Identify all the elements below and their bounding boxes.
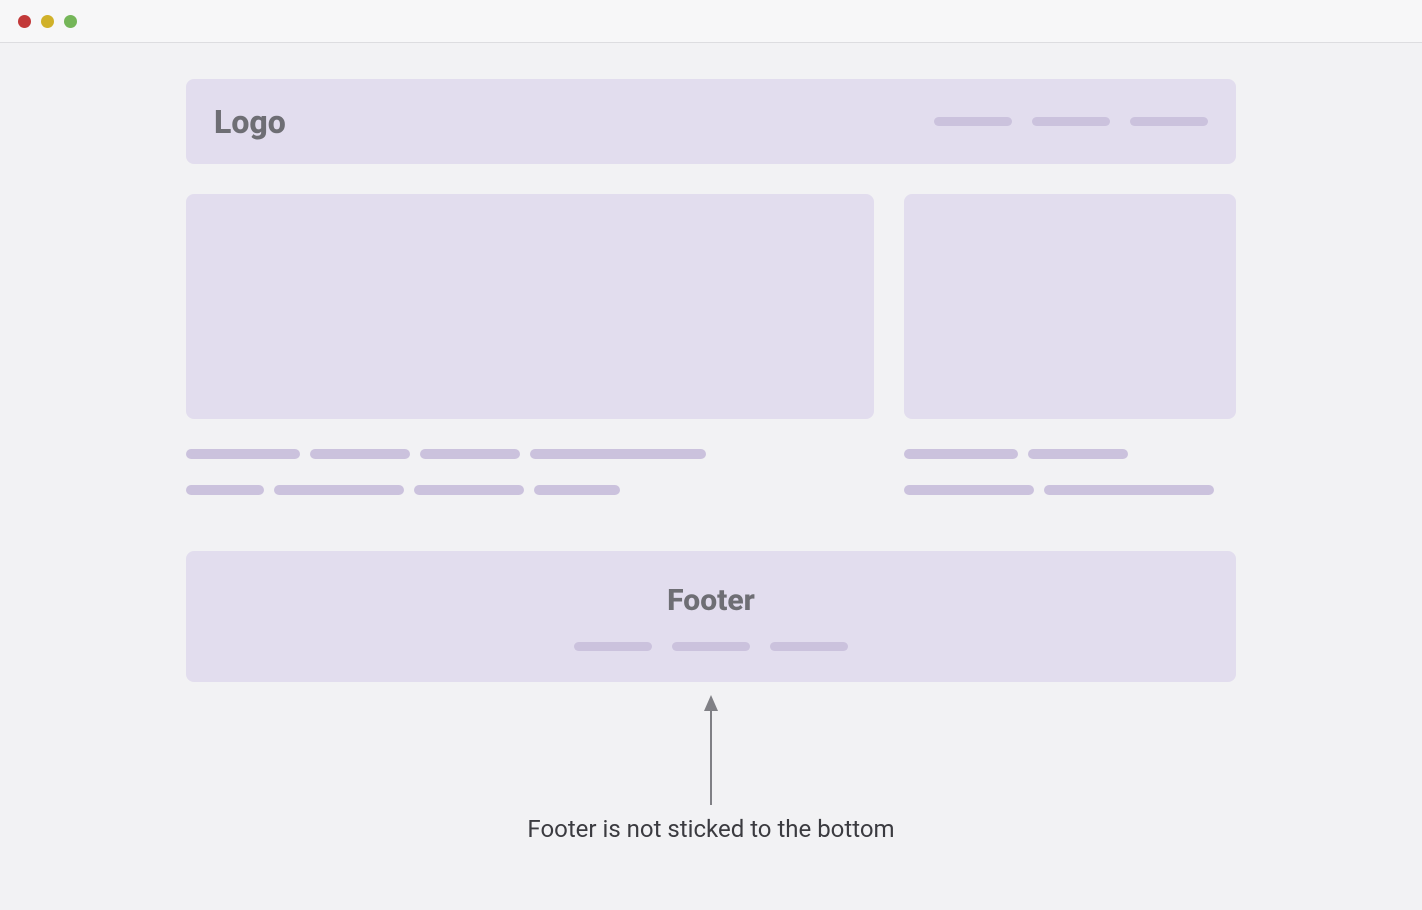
text-placeholder (534, 485, 620, 495)
text-placeholder-line (186, 449, 874, 459)
window-close-icon[interactable] (18, 15, 31, 28)
annotation-caption: Footer is not sticked to the bottom (527, 815, 894, 843)
footer-link-placeholder (574, 642, 652, 651)
content-block-right (904, 194, 1236, 419)
text-placeholder-line (186, 485, 874, 495)
text-placeholder (1028, 449, 1128, 459)
window-zoom-icon[interactable] (64, 15, 77, 28)
text-placeholder (420, 449, 520, 459)
text-placeholder (904, 449, 1018, 459)
nav-placeholder-group (934, 117, 1208, 126)
text-placeholder (274, 485, 404, 495)
window-titlebar (0, 0, 1422, 43)
footer-title: Footer (667, 583, 755, 618)
text-placeholder-group-right (904, 449, 1236, 495)
text-placeholder (310, 449, 410, 459)
footer-link-placeholder (672, 642, 750, 651)
nav-placeholder (1032, 117, 1110, 126)
annotation-arrow-icon (701, 695, 721, 805)
wireframe-main-row (186, 194, 1236, 495)
wireframe-header: Logo (186, 79, 1236, 164)
text-placeholder (904, 485, 1034, 495)
wireframe-main-left (186, 194, 874, 495)
wireframe-footer: Footer (186, 551, 1236, 682)
window-minimize-icon[interactable] (41, 15, 54, 28)
text-placeholder (186, 449, 300, 459)
nav-placeholder (934, 117, 1012, 126)
text-placeholder-line (904, 485, 1236, 495)
text-placeholder (1044, 485, 1214, 495)
text-placeholder (186, 485, 264, 495)
content-block-left (186, 194, 874, 419)
footer-link-placeholder (770, 642, 848, 651)
text-placeholder (530, 449, 706, 459)
nav-placeholder (1130, 117, 1208, 126)
wireframe-canvas: Logo Footer Footer is not sticked to the… (186, 79, 1236, 682)
text-placeholder-group-left (186, 449, 874, 495)
text-placeholder (414, 485, 524, 495)
logo-label: Logo (214, 103, 286, 141)
wireframe-main-right (904, 194, 1236, 495)
text-placeholder-line (904, 449, 1236, 459)
footer-link-placeholder-group (574, 642, 848, 651)
